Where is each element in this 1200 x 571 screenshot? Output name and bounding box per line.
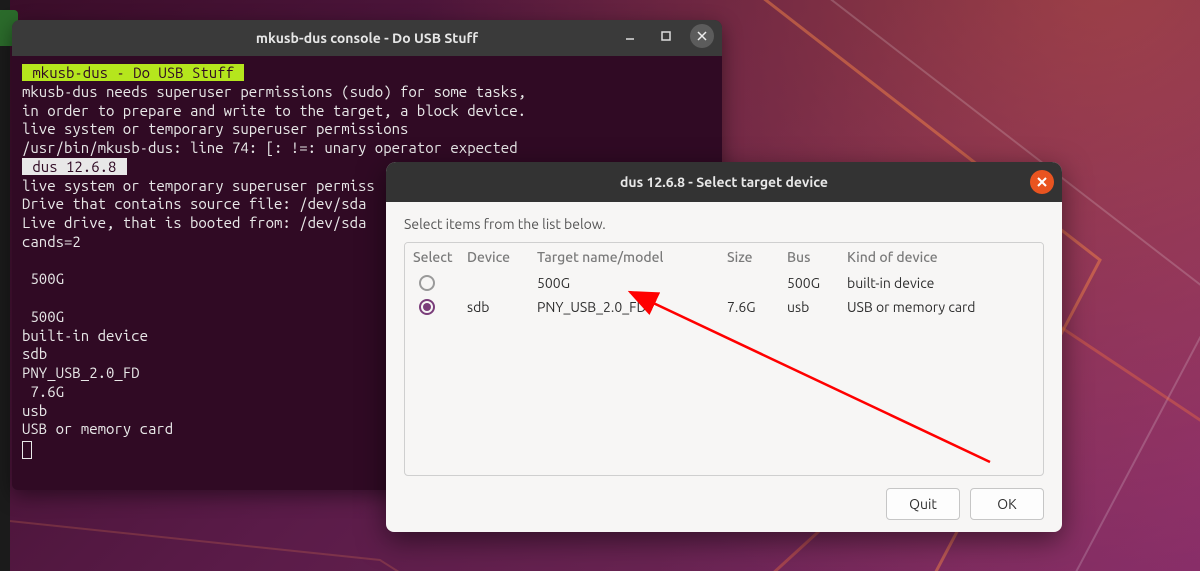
cell-kind: built-in device xyxy=(847,275,1035,291)
terminal-line: 500G xyxy=(22,308,64,325)
terminal-line: 7.6G xyxy=(22,383,64,400)
cell-bus: 500G xyxy=(787,275,847,291)
select-target-dialog: dus 12.6.8 - Select target device Select… xyxy=(386,162,1062,532)
col-header-bus: Bus xyxy=(787,249,847,265)
col-header-select: Select xyxy=(413,249,467,265)
cell-device: sdb xyxy=(467,299,537,315)
device-row[interactable]: 500G 500G built-in device xyxy=(405,271,1043,295)
dock-fragment xyxy=(0,0,10,571)
terminal-highlight: mkusb-dus - Do USB Stuff xyxy=(22,64,244,81)
terminal-line: USB or memory card xyxy=(22,420,173,437)
terminal-line: mkusb-dus needs superuser permissions (s… xyxy=(22,83,526,100)
col-header-device: Device xyxy=(467,249,537,265)
device-row[interactable]: sdb PNY_USB_2.0_FD 7.6G usb USB or memor… xyxy=(405,295,1043,319)
window-close-button[interactable] xyxy=(690,24,714,48)
terminal-line: cands=2 xyxy=(22,233,81,250)
terminal-line: Drive that contains source file: /dev/sd… xyxy=(22,195,366,212)
dialog-instruction: Select items from the list below. xyxy=(404,212,1044,242)
ok-button[interactable]: OK xyxy=(970,488,1044,520)
device-table: Select Device Target name/model Size Bus… xyxy=(404,242,1044,476)
terminal-line: sdb xyxy=(22,345,47,362)
terminal-line: /usr/bin/mkusb-dus: line 74: [: !=: unar… xyxy=(22,139,518,156)
quit-button[interactable]: Quit xyxy=(886,488,960,520)
terminal-highlight: dus 12.6.8 xyxy=(22,158,127,175)
window-minimize-button[interactable] xyxy=(618,24,642,48)
terminal-line: usb xyxy=(22,402,47,419)
dialog-close-button[interactable] xyxy=(1030,170,1054,194)
dialog-titlebar[interactable]: dus 12.6.8 - Select target device xyxy=(386,162,1062,202)
terminal-titlebar[interactable]: mkusb-dus console - Do USB Stuff xyxy=(12,20,722,56)
cell-model: PNY_USB_2.0_FD xyxy=(537,299,727,315)
cell-size: 7.6G xyxy=(727,299,787,315)
cell-bus: usb xyxy=(787,299,847,315)
terminal-title: mkusb-dus console - Do USB Stuff xyxy=(256,30,478,46)
cell-kind: USB or memory card xyxy=(847,299,1035,315)
terminal-line: live system or temporary superuser permi… xyxy=(22,120,408,137)
col-header-size: Size xyxy=(727,249,787,265)
radio-icon[interactable] xyxy=(419,275,435,291)
col-header-kind: Kind of device xyxy=(847,249,1035,265)
terminal-line: in order to prepare and write to the tar… xyxy=(22,102,526,119)
terminal-line: 500G xyxy=(22,270,64,287)
terminal-line: live system or temporary superuser permi… xyxy=(22,177,375,194)
terminal-line: Live drive, that is booted from: /dev/sd… xyxy=(22,214,366,231)
cell-model: 500G xyxy=(537,275,727,291)
radio-icon[interactable] xyxy=(419,299,435,315)
window-maximize-button[interactable] xyxy=(654,24,678,48)
terminal-cursor xyxy=(22,441,32,459)
terminal-line: PNY_USB_2.0_FD xyxy=(22,364,140,381)
device-table-header: Select Device Target name/model Size Bus… xyxy=(405,243,1043,271)
dialog-title: dus 12.6.8 - Select target device xyxy=(620,174,828,190)
col-header-model: Target name/model xyxy=(537,249,727,265)
terminal-line: built-in device xyxy=(22,327,148,344)
